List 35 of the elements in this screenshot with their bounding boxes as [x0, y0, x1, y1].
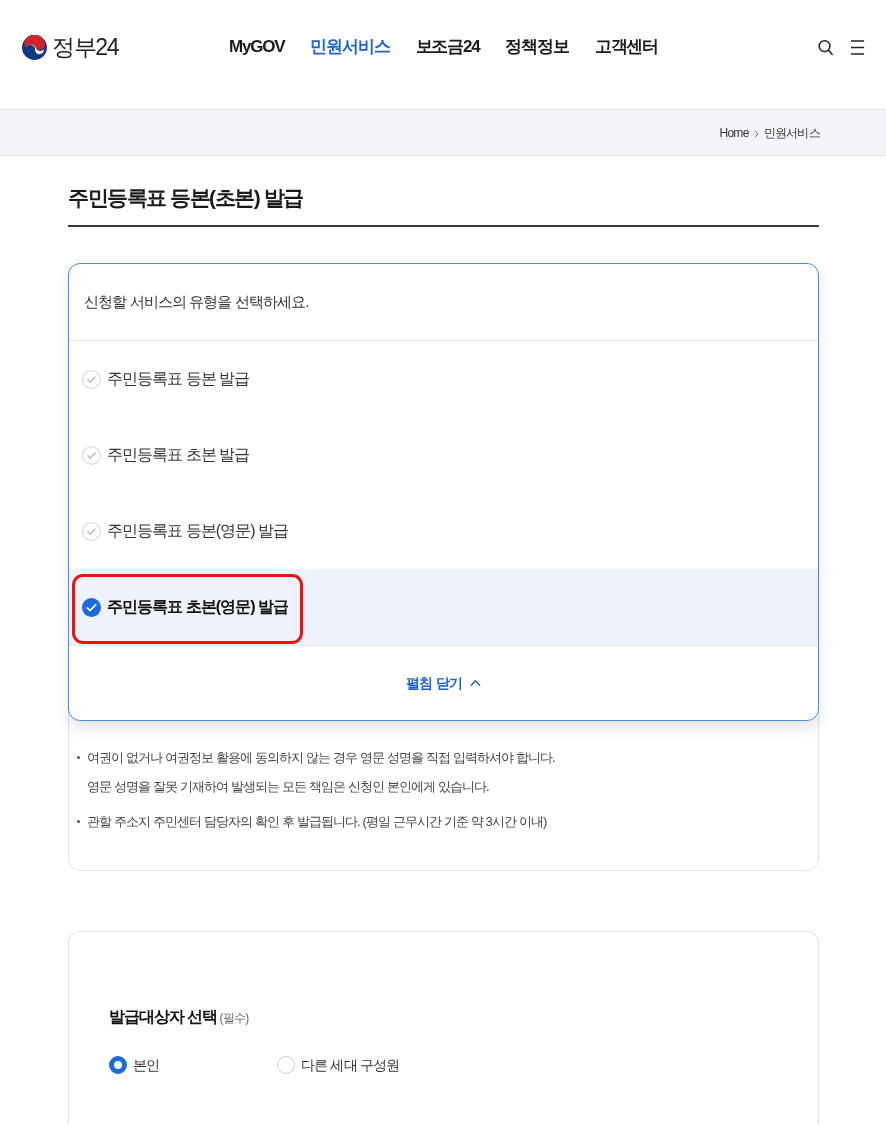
- collapse-button[interactable]: 펼침 닫기: [406, 673, 481, 693]
- check-circle-icon: [82, 445, 101, 465]
- radio-button[interactable]: [109, 1056, 127, 1074]
- bullet-icon: [77, 820, 80, 823]
- search-icon[interactable]: [818, 38, 833, 56]
- chevron-right-icon: [753, 129, 759, 138]
- nav-link[interactable]: 보조금24: [415, 35, 480, 59]
- service-option[interactable]: 주민등록표 초본 발급: [69, 417, 818, 493]
- service-option[interactable]: 주민등록표 등본(영문) 발급: [69, 493, 818, 569]
- required-note: (필수): [219, 1010, 249, 1027]
- check-circle-icon: [82, 369, 101, 389]
- service-dropdown[interactable]: 신청할 서비스의 유형을 선택하세요. 주민등록표 등본 발급 주민등록표 초본 발급 주민등록표 등본(영문) 발급 주민등록표 초본(영문) 발급 펼침 닫기: [68, 263, 819, 721]
- caret-icon: [469, 679, 481, 687]
- emblem-icon: [22, 34, 47, 60]
- nav-link[interactable]: 정책정보: [505, 35, 569, 59]
- section-title: 발급대상자 선택: [109, 1007, 217, 1027]
- notice-text: 관할 주소지 주민센터 담당자의 확인 후 발급됩니다. (평일 근무시간 기준 약 3시간 이내): [87, 813, 547, 831]
- breadcrumb-current: 민원서비스: [763, 124, 820, 141]
- check-circle-icon: [82, 521, 101, 541]
- nav-link[interactable]: 민원서비스: [310, 35, 390, 59]
- logo-text: 정부24: [52, 33, 119, 62]
- select-prompt: 신청할 서비스의 유형을 선택하세요.: [84, 292, 309, 312]
- notice-text: 영문 성명을 잘못 기재하여 발생되는 모든 책임은 신청인 본인에게 있습니다.: [87, 778, 490, 796]
- bullet-icon: [77, 756, 80, 759]
- nav-link[interactable]: MyGOV: [229, 35, 285, 59]
- radio-label[interactable]: 본인: [133, 1053, 160, 1077]
- notice-text: 여권이 없거나 여권정보 활용에 동의하지 않는 경우 영문 성명을 직접 입력하셔야 합니다.: [87, 749, 555, 767]
- page-title: 주민등록표 등본(초본) 발급: [68, 185, 304, 211]
- breadcrumb-link[interactable]: Home: [719, 124, 749, 141]
- menu-icon[interactable]: [850, 38, 865, 56]
- service-option[interactable]: 주민등록표 초본(영문) 발급: [69, 569, 818, 645]
- radio-label[interactable]: 다른 세대 구성원: [301, 1053, 400, 1077]
- nav-link[interactable]: 고객센터: [594, 35, 658, 59]
- check-circle-icon: [82, 597, 101, 617]
- service-option[interactable]: 주민등록표 등본 발급: [69, 341, 818, 417]
